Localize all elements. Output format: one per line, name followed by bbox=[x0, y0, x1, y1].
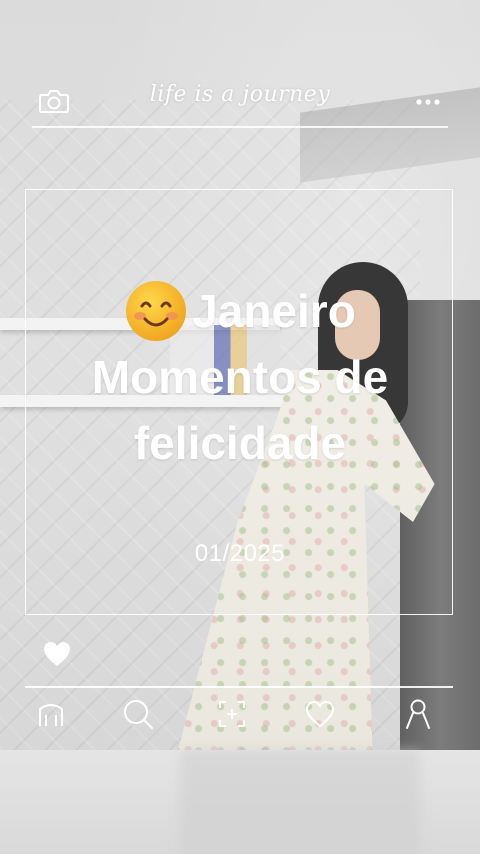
nav-add[interactable] bbox=[212, 696, 252, 736]
bottom-divider bbox=[25, 686, 453, 688]
nav-profile[interactable] bbox=[398, 696, 438, 736]
top-bar: life is a journey bbox=[0, 0, 480, 140]
smiling-face-emoji bbox=[124, 279, 188, 343]
search-icon bbox=[121, 697, 155, 735]
home-icon bbox=[35, 698, 67, 734]
card-date: 01/2025 bbox=[194, 540, 286, 567]
nav-favorites[interactable] bbox=[300, 696, 340, 736]
nav-search[interactable] bbox=[118, 696, 158, 736]
header-title: life is a journey bbox=[149, 82, 331, 107]
favorites-heart-icon bbox=[304, 699, 336, 733]
headline-line-3: felicidade bbox=[133, 417, 347, 469]
top-divider bbox=[32, 126, 448, 128]
bottom-nav bbox=[0, 696, 480, 740]
headline-line-1: Janeiro bbox=[192, 285, 356, 337]
more-dots-icon[interactable] bbox=[414, 94, 442, 108]
add-scan-icon bbox=[216, 698, 248, 734]
nav-home[interactable] bbox=[31, 696, 71, 736]
heart-icon[interactable] bbox=[42, 640, 72, 668]
headline-line-2: Momentos de bbox=[91, 351, 389, 403]
profile-icon bbox=[403, 698, 433, 734]
card-headline: Janeiro Momentos de felicidade bbox=[0, 278, 480, 476]
